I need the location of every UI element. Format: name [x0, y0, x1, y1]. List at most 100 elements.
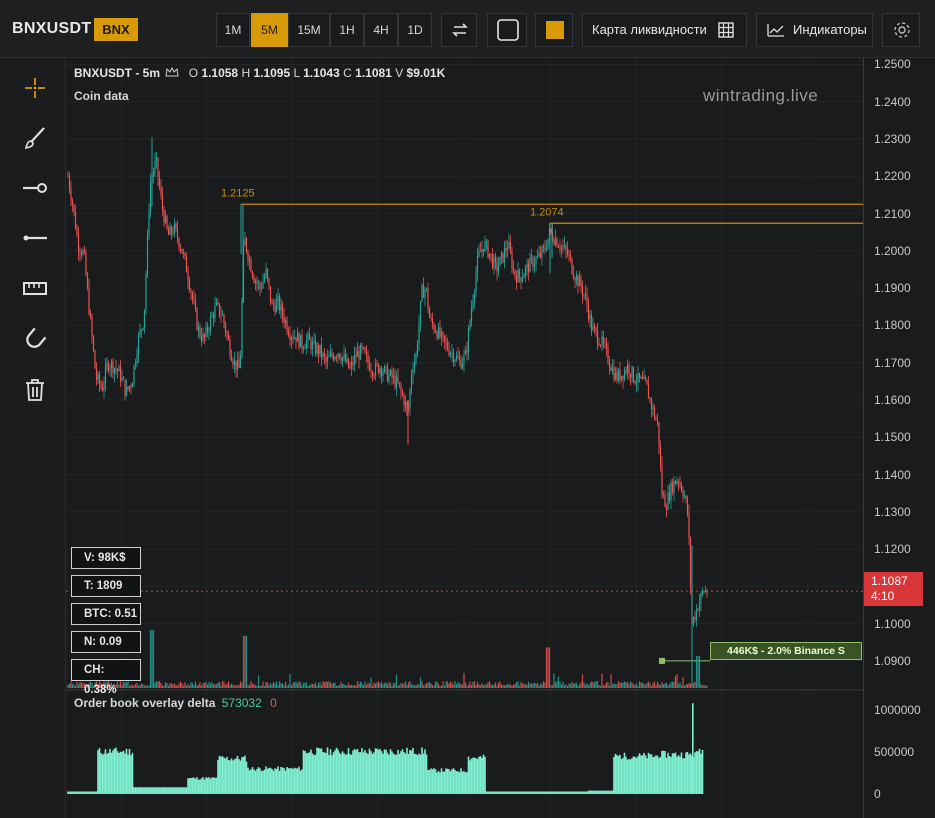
candle-body [220, 314, 222, 316]
volume-bar [617, 681, 620, 688]
delta-bar [461, 771, 464, 794]
liquidity-map-button[interactable]: Карта ликвидности [582, 13, 747, 47]
delta-bar [323, 752, 326, 794]
chart-style-button[interactable] [487, 13, 527, 47]
delta-value: 573032 [221, 696, 262, 710]
delta-bar [575, 791, 578, 794]
swap-button[interactable] [441, 13, 477, 47]
candle-body [596, 330, 599, 344]
candle-body [466, 350, 468, 353]
candle-body [428, 308, 431, 318]
delta-bar [161, 787, 164, 794]
volume-bar [220, 685, 222, 688]
volume-bar [395, 674, 398, 688]
delta-bar [388, 754, 390, 794]
volume-bar [656, 681, 659, 688]
candle-body [289, 335, 291, 341]
magnet-tool[interactable] [20, 324, 50, 354]
delta-bar [109, 748, 111, 794]
delta-histogram [67, 703, 704, 794]
volume-bar [568, 683, 570, 688]
delta-bar [301, 769, 303, 794]
candle-body [437, 326, 440, 339]
delta-bar [223, 757, 225, 794]
timeframe-5m[interactable]: 5M [251, 13, 288, 47]
candle-body [520, 277, 522, 282]
candle-body [461, 363, 464, 369]
candle-body [508, 242, 510, 249]
volume-bar [661, 682, 663, 688]
candle-body [421, 284, 423, 302]
delta-bar [250, 769, 252, 794]
volume-bar [127, 681, 129, 688]
timeframe-4h[interactable]: 4H [364, 13, 398, 47]
delta-bar [692, 703, 694, 794]
volume-bar [143, 685, 146, 688]
volume-bar [523, 683, 525, 688]
volume-bar [232, 684, 234, 688]
volume-bar [265, 681, 267, 688]
symbol-label[interactable]: BNXUSDT [12, 20, 91, 38]
candle-body [610, 367, 612, 371]
delta-bar [470, 758, 473, 794]
volume-bar [608, 685, 611, 688]
candle-body [226, 332, 228, 335]
delta-bar [547, 791, 549, 794]
candle-body [322, 353, 324, 358]
candle-body [218, 303, 221, 315]
delta-bar [448, 769, 450, 794]
delta-bar [110, 752, 113, 794]
volume-bar [74, 685, 77, 688]
candle-body [704, 591, 707, 592]
candle-body [536, 256, 539, 258]
volume-bar [430, 683, 432, 688]
volume-bar [457, 682, 459, 688]
volume-bar [344, 685, 347, 688]
delta-bar [661, 750, 663, 794]
delta-bar [142, 787, 144, 794]
price-axis[interactable]: 1.2500 1.2400 1.2300 1.2200 1.2100 1.2000 1.19… [863, 57, 935, 818]
indicators-button[interactable]: Индикаторы [756, 13, 873, 47]
delta-bar [299, 770, 302, 794]
volume-bar [667, 685, 669, 688]
volume-bar [610, 674, 612, 688]
delta-bar [227, 759, 230, 794]
delta-bar [538, 791, 540, 794]
coin-data-label[interactable]: Coin data [74, 89, 129, 103]
candle-body [187, 272, 189, 282]
delete-tool[interactable] [20, 375, 50, 405]
ray-tool[interactable] [20, 173, 50, 203]
candle-body [211, 315, 213, 317]
volume-bar [578, 684, 581, 688]
delta-bar [73, 791, 75, 794]
color-swatch-button[interactable] [535, 13, 573, 47]
delta-bar [172, 787, 174, 794]
delta-bar [412, 747, 414, 794]
candle-body [97, 374, 99, 380]
candle-body [338, 353, 341, 359]
volume-bar [271, 684, 273, 688]
delta-bar [628, 759, 630, 794]
ruler-tool[interactable] [20, 273, 50, 303]
candle-body [457, 356, 459, 359]
crosshair-tool[interactable] [20, 73, 50, 103]
candle-body [641, 377, 644, 379]
candle-body [343, 353, 345, 357]
order-book-tag[interactable]: 446K$ - 2.0% Binance S [710, 642, 862, 660]
timeframe-1h[interactable]: 1H [330, 13, 364, 47]
delta-bar [260, 770, 263, 794]
delta-bar [508, 791, 510, 794]
delta-bar [638, 753, 641, 794]
brush-tool[interactable] [20, 123, 50, 153]
timeframe-15m[interactable]: 15M [288, 13, 330, 47]
timeframe-1m[interactable]: 1M [216, 13, 250, 47]
delta-bar [625, 756, 627, 794]
exchange-badge[interactable]: BNX [94, 18, 138, 41]
settings-button[interactable] [882, 13, 920, 47]
volume-bar [443, 685, 446, 688]
horizontal-line-tool[interactable] [20, 223, 50, 253]
delta-bar [173, 787, 176, 794]
volume-bar [434, 681, 437, 688]
timeframe-1d[interactable]: 1D [398, 13, 432, 47]
delta-bar [553, 791, 555, 794]
